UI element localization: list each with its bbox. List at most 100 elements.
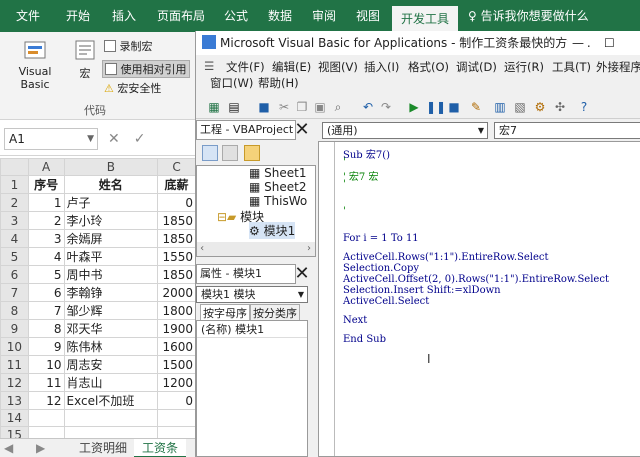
cell[interactable]: 叶森平	[63, 247, 159, 266]
tab-home[interactable]: 开始	[58, 0, 98, 32]
row-header[interactable]: 11	[0, 355, 29, 374]
cell[interactable]: 肖志山	[63, 373, 159, 392]
sheet-tab-payslip[interactable]: 工资条	[134, 439, 186, 457]
tree-item-module1[interactable]: ⚙ 模块1	[249, 222, 296, 239]
insert-module-icon[interactable]: ▤	[226, 99, 242, 115]
cut-icon[interactable]: ✂	[276, 99, 292, 115]
row-header[interactable]: 4	[0, 229, 29, 248]
row-header[interactable]: 1	[0, 175, 29, 194]
enter-icon[interactable]: ✓	[134, 131, 146, 147]
cell[interactable]: 5	[27, 265, 65, 284]
column-header[interactable]: C	[157, 158, 196, 176]
properties-object-combo[interactable]: 模块1 模块 ▼	[196, 286, 308, 303]
row-header[interactable]: 5	[0, 247, 29, 266]
cell[interactable]: 0	[157, 193, 196, 212]
chevron-down-icon[interactable]: ▼	[87, 129, 94, 149]
menu-format[interactable]: 格式(O)	[408, 59, 449, 75]
cell[interactable]	[27, 409, 65, 427]
cell[interactable]: 李小玲	[63, 211, 159, 230]
row-header[interactable]: 13	[0, 391, 29, 410]
tab-page-layout[interactable]: 页面布局	[150, 0, 212, 32]
tree-item[interactable]: ▦ Sheet1	[249, 166, 307, 180]
cell[interactable]: 1800	[157, 301, 196, 320]
row-header[interactable]: 2	[0, 193, 29, 212]
tab-view[interactable]: 视图	[350, 0, 386, 32]
toolbox-icon[interactable]: ✣	[552, 99, 568, 115]
cell[interactable]: 1	[27, 193, 65, 212]
cell[interactable]: 余嫣屏	[63, 229, 159, 248]
cell[interactable]: 姓名	[63, 175, 159, 194]
procedure-combo[interactable]: 宏7	[494, 122, 640, 139]
tree-item[interactable]: ▦ Sheet2	[249, 180, 307, 194]
copy-icon[interactable]: ❐	[294, 99, 310, 115]
select-all-corner[interactable]	[0, 158, 29, 176]
reset-icon[interactable]: ■	[446, 99, 462, 115]
cell[interactable]: 4	[27, 247, 65, 266]
object-browser-icon[interactable]: ⚙	[532, 99, 548, 115]
row-header[interactable]: 6	[0, 265, 29, 284]
cell[interactable]: 10	[27, 355, 65, 374]
cell[interactable]: 序号	[27, 175, 65, 194]
maximize-icon[interactable]: ☐	[600, 31, 619, 55]
cell[interactable]: 1600	[157, 337, 196, 356]
tab-developer[interactable]: 开发工具	[392, 6, 458, 32]
project-explorer-icon[interactable]: ▥	[492, 99, 508, 115]
cell[interactable]	[63, 409, 159, 427]
cell[interactable]: 8	[27, 319, 65, 338]
tree-item[interactable]: ▦ ThisWo	[249, 194, 307, 208]
cell[interactable]: 6	[27, 283, 65, 302]
cell[interactable]: 1850	[157, 211, 196, 230]
cell[interactable]: Excel不加班	[63, 391, 159, 410]
menu-edit[interactable]: 编辑(E)	[272, 59, 311, 75]
run-icon[interactable]: ▶	[406, 99, 422, 115]
row-header[interactable]: 14	[0, 409, 29, 427]
cell[interactable]: 12	[27, 391, 65, 410]
pause-icon[interactable]: ❚❚	[426, 99, 446, 115]
menu-window[interactable]: 窗口(W)	[210, 75, 253, 91]
macros-button[interactable]: 宏	[72, 38, 98, 81]
cell[interactable]: 卢子	[63, 193, 159, 212]
tell-me-search[interactable]: ♀ 告诉我你想要做什么	[468, 0, 589, 32]
cell[interactable]: 0	[157, 391, 196, 410]
cell[interactable]: 陈伟林	[63, 337, 159, 356]
cell[interactable]	[157, 409, 196, 427]
cell[interactable]: 1900	[157, 319, 196, 338]
menu-tools[interactable]: 工具(T)	[552, 59, 591, 75]
cell[interactable]: 1500	[157, 355, 196, 374]
macro-security-button[interactable]: ⚠ 宏安全性	[104, 80, 161, 98]
properties-icon[interactable]: ▧	[512, 99, 528, 115]
menu-view[interactable]: 视图(V)	[318, 59, 358, 75]
code-editor[interactable]: Sub 宏7() ' ' 宏7 宏 ' ' For i = 1 To 11 ActiveC…	[318, 141, 640, 457]
cell[interactable]: 2000	[157, 283, 196, 302]
cell[interactable]: 李翰铮	[63, 283, 159, 302]
cancel-icon[interactable]: ✕	[108, 131, 120, 147]
row-header[interactable]: 8	[0, 301, 29, 320]
help-icon[interactable]: ?	[576, 99, 592, 115]
cell[interactable]: 11	[27, 373, 65, 392]
property-row[interactable]: (名称) 模块1	[197, 321, 307, 338]
cell[interactable]: 2	[27, 211, 65, 230]
tab-file[interactable]: 文件	[8, 0, 48, 32]
toggle-folders-icon[interactable]	[244, 145, 260, 161]
sheet-tab-salary-detail[interactable]: 工资明细	[72, 439, 134, 457]
row-header[interactable]: 10	[0, 337, 29, 356]
redo-icon[interactable]: ↷	[378, 99, 394, 115]
horizontal-scrollbar[interactable]: ‹ ›	[197, 242, 315, 256]
scroll-right-icon[interactable]: ▶	[36, 439, 45, 457]
relative-reference-button[interactable]: 使用相对引用	[102, 60, 190, 78]
tab-review[interactable]: 审阅	[306, 0, 342, 32]
tab-data[interactable]: 数据	[262, 0, 298, 32]
menu-insert[interactable]: 插入(I)	[364, 59, 399, 75]
row-header[interactable]: 3	[0, 211, 29, 230]
save-icon[interactable]: ■	[256, 99, 272, 115]
menu-run[interactable]: 运行(R)	[504, 59, 544, 75]
column-header[interactable]: B	[63, 158, 159, 176]
close-properties-pane-icon[interactable]: ✕	[293, 265, 311, 283]
undo-icon[interactable]: ↶	[360, 99, 376, 115]
visual-basic-button[interactable]: Visual Basic	[4, 38, 66, 91]
record-macro-button[interactable]: 录制宏	[104, 38, 153, 56]
cell[interactable]: 7	[27, 301, 65, 320]
cell[interactable]: 邓天华	[63, 319, 159, 338]
cell[interactable]: 3	[27, 229, 65, 248]
cell[interactable]: 1850	[157, 265, 196, 284]
